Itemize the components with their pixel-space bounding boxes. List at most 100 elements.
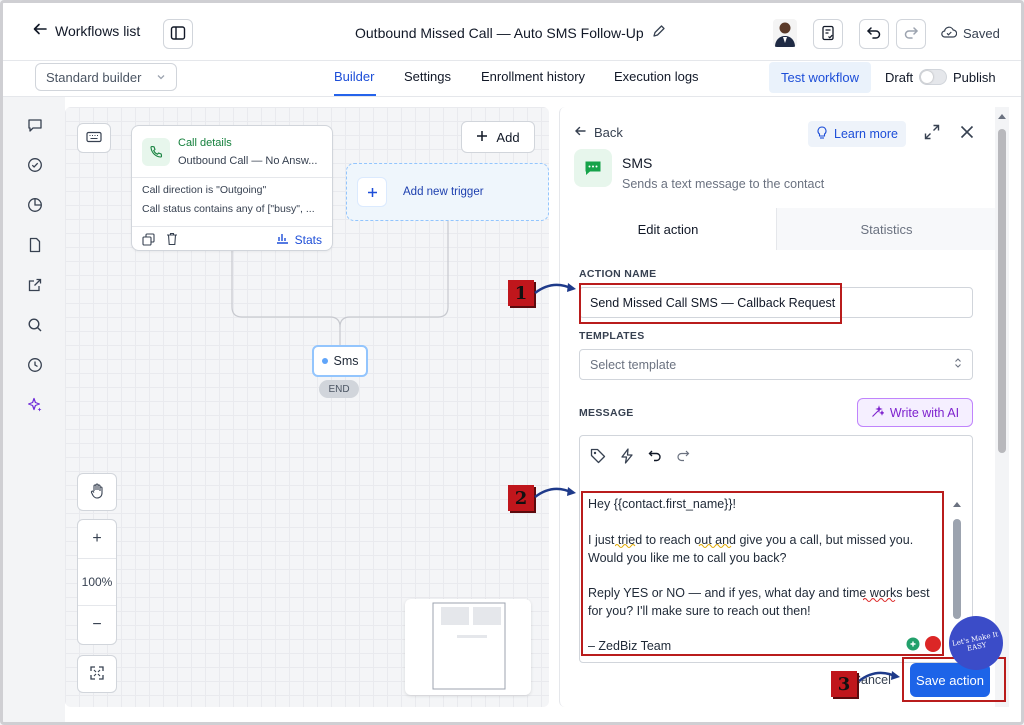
hand-icon — [90, 482, 104, 502]
trigger-subtitle: Outbound Call — No Answ... — [178, 155, 318, 167]
sms-action-node[interactable]: Sms — [312, 345, 368, 377]
chevron-down-icon — [156, 70, 166, 85]
panel-layout-icon — [170, 25, 186, 44]
pencil-icon[interactable] — [652, 24, 666, 41]
arrow-left-icon — [574, 125, 586, 140]
undo-button[interactable] — [859, 19, 889, 49]
close-icon[interactable] — [960, 125, 974, 142]
sidebar-toggle-button[interactable] — [163, 19, 193, 49]
saved-label: Saved — [963, 26, 1000, 41]
tab-builder[interactable]: Builder — [334, 69, 374, 84]
sparkles-icon[interactable] — [25, 395, 45, 415]
check-circle-icon[interactable] — [25, 155, 45, 175]
tag-icon[interactable] — [590, 448, 606, 467]
trigger-card[interactable]: Call details Outbound Call — No Answ... … — [131, 125, 333, 251]
workflows-list-back-button[interactable]: Workflows list — [33, 22, 140, 39]
left-rail — [3, 97, 65, 722]
tab-enrollment-history[interactable]: Enrollment history — [481, 69, 585, 84]
panel-back-label: Back — [594, 125, 623, 140]
lightbulb-icon — [816, 125, 828, 143]
pan-tool-button[interactable] — [77, 473, 117, 511]
pie-chart-icon[interactable] — [25, 195, 45, 215]
sms-node-label: Sms — [333, 354, 359, 368]
message-label: MESSAGE — [579, 407, 634, 419]
magic-wand-icon — [871, 404, 885, 421]
publish-toggle[interactable] — [919, 69, 947, 85]
chevron-up-down-icon — [954, 357, 962, 372]
add-new-trigger-label: Add new trigger — [403, 186, 484, 198]
fit-view-icon — [90, 665, 104, 683]
stats-link[interactable]: Stats — [276, 232, 322, 247]
expand-icon[interactable] — [924, 124, 940, 143]
lightning-icon[interactable] — [620, 448, 634, 467]
workflow-title-text: Outbound Missed Call — Auto SMS Follow-U… — [355, 24, 644, 41]
save-status: Saved — [941, 26, 1000, 41]
fit-view-button[interactable] — [77, 655, 117, 693]
end-pill: END — [319, 380, 359, 398]
tab-statistics[interactable]: Statistics — [777, 208, 996, 250]
zoom-in-button[interactable]: + — [78, 520, 116, 558]
templates-select[interactable]: Select template — [579, 349, 973, 380]
status-dot — [321, 358, 328, 364]
builder-toolbar: Standard builder Builder Settings Enroll… — [3, 61, 1021, 97]
tab-settings[interactable]: Settings — [404, 69, 451, 84]
trash-icon[interactable] — [166, 232, 178, 249]
trigger-condition: Call direction is "Outgoing" — [142, 184, 267, 196]
minimap[interactable] — [405, 599, 531, 695]
add-button[interactable]: Add — [461, 121, 535, 153]
app-window: Workflows list Outbound Missed Call — Au… — [0, 0, 1024, 725]
add-label: Add — [496, 129, 520, 145]
watermark-text: Let's Make It EASY — [951, 630, 999, 653]
step-marker-2: 2 — [508, 485, 534, 511]
add-new-trigger-card[interactable]: Add new trigger — [346, 163, 549, 221]
chat-bubble-icon[interactable] — [25, 115, 45, 135]
write-with-ai-button[interactable]: Write with AI — [857, 398, 973, 427]
builder-mode-value: Standard builder — [46, 69, 142, 85]
back-label: Workflows list — [55, 22, 141, 39]
minimap-preview — [432, 602, 506, 690]
tab-execution-logs[interactable]: Execution logs — [614, 69, 699, 84]
panel-scrollbar-thumb[interactable] — [998, 129, 1006, 453]
draft-label: Draft — [885, 70, 914, 85]
learn-more-button[interactable]: Learn more — [808, 121, 906, 147]
builder-mode-select[interactable]: Standard builder — [35, 63, 177, 91]
zoom-controls: + 100% − — [77, 519, 117, 645]
record-icon — [925, 636, 941, 652]
redo-icon — [903, 25, 919, 44]
annotation-box-action-name — [579, 283, 842, 324]
redo-button[interactable] — [896, 19, 926, 49]
document-icon[interactable] — [25, 235, 45, 255]
plus-icon — [357, 177, 387, 207]
trigger-condition: Call status contains any of ["busy", ... — [142, 203, 315, 215]
panel-back-button[interactable]: Back — [574, 125, 623, 140]
publish-label: Publish — [953, 70, 996, 85]
arrow-left-icon — [33, 22, 47, 39]
bar-chart-icon — [276, 232, 289, 247]
active-tab-indicator — [334, 94, 376, 96]
document-check-button[interactable] — [813, 19, 843, 49]
zoom-level: 100% — [78, 558, 116, 606]
spellcheck-underline — [615, 544, 732, 548]
action-type-title: SMS — [622, 155, 653, 171]
annotation-box-message — [581, 491, 944, 656]
workflow-canvas[interactable]: Call details Outbound Call — No Answ... … — [65, 107, 549, 707]
plus-icon — [476, 130, 488, 145]
arrow-right-icon — [534, 283, 576, 295]
spellcheck-underline — [863, 598, 896, 602]
editor-undo-icon[interactable] — [648, 449, 662, 466]
search-icon[interactable] — [25, 315, 45, 335]
copy-icon[interactable] — [142, 233, 155, 249]
history-icon[interactable] — [25, 355, 45, 375]
workflow-title[interactable]: Outbound Missed Call — Auto SMS Follow-U… — [355, 24, 666, 41]
arrow-right-icon — [534, 487, 576, 499]
action-name-label: ACTION NAME — [579, 268, 657, 280]
arrow-right-icon — [858, 671, 900, 683]
zoom-out-button[interactable]: − — [78, 606, 116, 644]
top-header: Workflows list Outbound Missed Call — Au… — [3, 3, 1021, 61]
editor-redo-icon[interactable] — [676, 449, 690, 466]
user-avatar[interactable] — [773, 19, 797, 47]
trigger-title: Call details — [178, 137, 232, 149]
tab-edit-action[interactable]: Edit action — [560, 208, 777, 250]
external-link-icon[interactable] — [25, 275, 45, 295]
test-workflow-button[interactable]: Test workflow — [769, 62, 871, 93]
